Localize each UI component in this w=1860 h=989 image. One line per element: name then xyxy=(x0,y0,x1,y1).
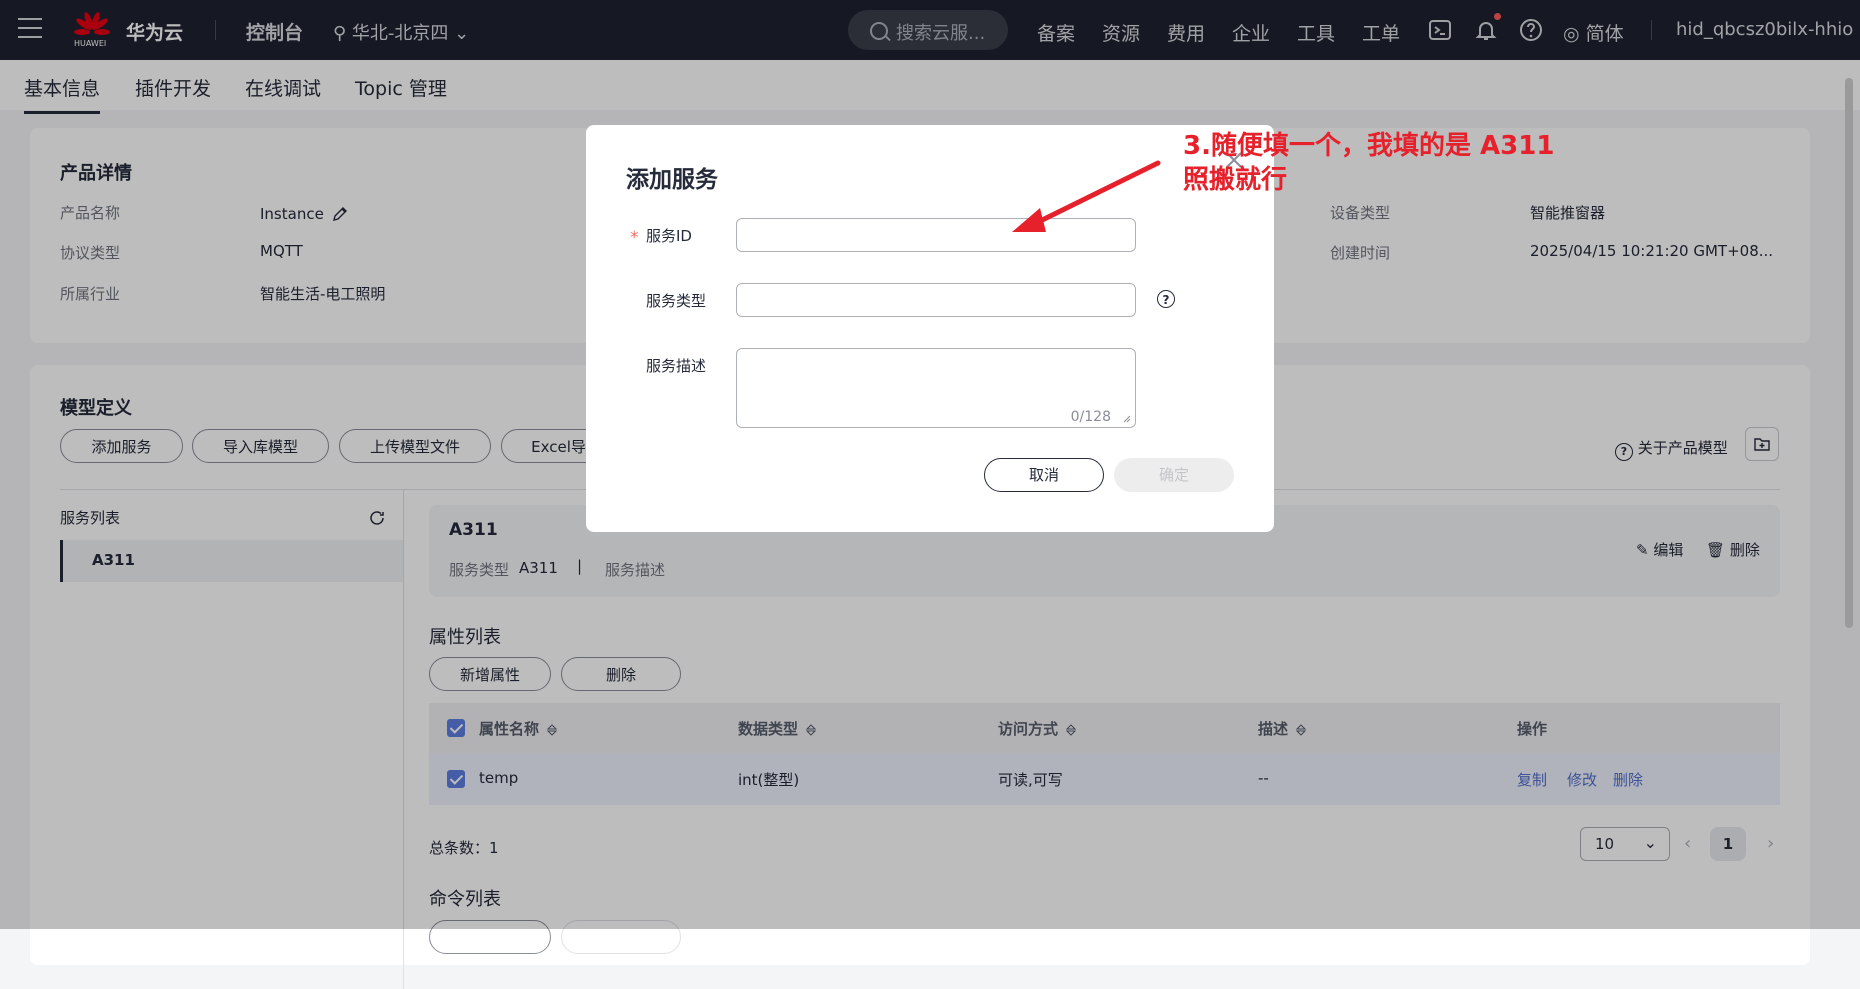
service-type-input[interactable] xyxy=(736,283,1136,317)
required-mark: * xyxy=(630,228,639,248)
page-scrollbar[interactable] xyxy=(1845,78,1853,628)
service-desc-label: 服务描述 xyxy=(646,357,707,375)
dialog-title: 添加服务 xyxy=(626,167,718,193)
annotation-line-1: 3.随便填一个，我填的是 A311 xyxy=(1183,131,1555,161)
confirm-button[interactable]: 确定 xyxy=(1114,458,1234,492)
cancel-button[interactable]: 取消 xyxy=(984,458,1104,492)
service-desc-textarea[interactable]: 0/128 xyxy=(736,348,1136,428)
service-type-label: 服务类型 xyxy=(646,292,707,310)
resize-handle-icon[interactable] xyxy=(1123,415,1131,423)
service-id-label: 服务ID xyxy=(646,227,692,245)
annotation-line-2: 照搬就行 xyxy=(1183,165,1288,195)
add-service-dialog: 添加服务 * 服务ID 服务类型 ? 服务描述 0/128 取消 确定 xyxy=(586,125,1274,532)
annotation-text: 3.随便填一个，我填的是 A311 照搬就行 xyxy=(1183,129,1554,197)
char-counter: 0/128 xyxy=(1070,409,1111,425)
service-id-input[interactable] xyxy=(736,218,1136,252)
help-icon[interactable]: ? xyxy=(1157,290,1175,308)
